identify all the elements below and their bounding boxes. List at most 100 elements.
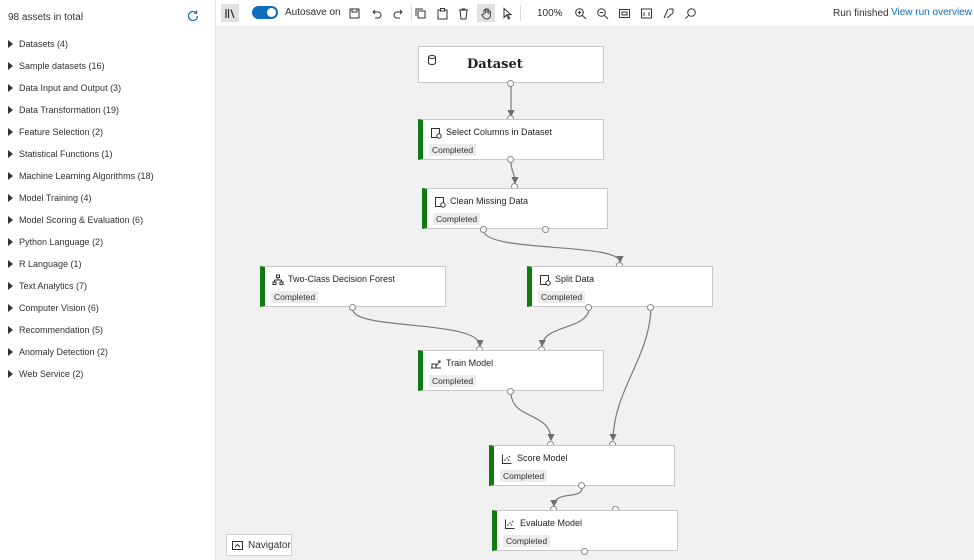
output-port[interactable] <box>507 80 514 87</box>
caret-right-icon <box>8 216 13 224</box>
zoom-in-icon <box>574 7 586 19</box>
category-feature-selection[interactable]: Feature Selection (2) <box>8 124 103 140</box>
output-port[interactable] <box>349 304 356 311</box>
category-ml-algorithms[interactable]: Machine Learning Algorithms (18) <box>8 168 154 184</box>
category-label: Feature Selection (2) <box>19 127 104 137</box>
chevron-down-icon: ⌄ <box>555 7 562 16</box>
caret-right-icon <box>8 40 13 48</box>
undo-icon <box>371 9 381 18</box>
category-data-input-output[interactable]: Data Input and Output (3) <box>8 80 121 96</box>
autosave-label: Autosave on <box>285 7 341 18</box>
category-datasets[interactable]: Datasets (4) <box>8 36 68 52</box>
caret-right-icon <box>8 128 13 136</box>
delete-button[interactable] <box>454 4 472 22</box>
category-label: Model Training (4) <box>19 193 92 203</box>
module-icon <box>435 197 446 208</box>
category-recommendation[interactable]: Recommendation (5) <box>8 322 103 338</box>
toolbar-divider <box>520 5 521 21</box>
status-badge: Completed <box>538 291 586 303</box>
output-port[interactable] <box>507 156 514 163</box>
category-sample-datasets[interactable]: Sample datasets (16) <box>8 58 105 74</box>
save-icon <box>349 8 359 18</box>
category-label: Data Transformation (19) <box>19 105 120 115</box>
library-icon <box>224 8 235 18</box>
caret-right-icon <box>8 370 13 378</box>
zoom-in-button[interactable] <box>571 4 589 22</box>
category-label: Data Input and Output (3) <box>19 83 122 93</box>
output-port[interactable] <box>647 304 654 311</box>
view-run-overview-link[interactable]: View run overview <box>891 7 972 18</box>
undo-button[interactable] <box>367 4 385 22</box>
output-port[interactable] <box>480 226 487 233</box>
category-web-service[interactable]: Web Service (2) <box>8 366 83 382</box>
zoom-out-button[interactable] <box>593 4 611 22</box>
actual-size-button[interactable] <box>637 4 655 22</box>
category-label: Model Scoring & Evaluation (6) <box>19 215 144 225</box>
select-button[interactable] <box>498 4 516 22</box>
node-two-class-decision-forest[interactable]: Two-Class Decision Forest Completed <box>260 266 446 307</box>
navigator-button[interactable]: Navigator <box>226 534 292 556</box>
output-port[interactable] <box>542 226 549 233</box>
library-toggle-button[interactable] <box>221 4 239 22</box>
caret-right-icon <box>8 304 13 312</box>
node-score-model[interactable]: Score Model Completed <box>489 445 675 486</box>
save-button[interactable] <box>345 4 363 22</box>
redo-button[interactable] <box>389 4 407 22</box>
category-label: Recommendation (5) <box>19 325 104 335</box>
category-r-language[interactable]: R Language (1) <box>8 256 82 272</box>
output-port[interactable] <box>581 548 588 555</box>
pan-button[interactable] <box>477 4 495 22</box>
category-data-transformation[interactable]: Data Transformation (19) <box>8 102 119 118</box>
category-python-language[interactable]: Python Language (2) <box>8 234 103 250</box>
category-anomaly-detection[interactable]: Anomaly Detection (2) <box>8 344 108 360</box>
auto-layout-button[interactable] <box>659 4 677 22</box>
category-label: Computer Vision (6) <box>19 303 99 313</box>
search-button[interactable] <box>681 4 699 22</box>
output-port[interactable] <box>585 304 592 311</box>
category-label: R Language (1) <box>19 259 82 269</box>
copy-button[interactable] <box>411 4 429 22</box>
category-model-scoring[interactable]: Model Scoring & Evaluation (6) <box>8 212 143 228</box>
paste-button[interactable] <box>433 4 451 22</box>
paste-icon <box>437 7 447 19</box>
category-label: Web Service (2) <box>19 369 84 379</box>
category-statistical-functions[interactable]: Statistical Functions (1) <box>8 146 113 162</box>
node-title: Train Model <box>446 358 494 368</box>
designer-toolbar: Autosave on 100% ⌄ Run finished View run… <box>216 0 974 27</box>
node-train-model[interactable]: Train Model Completed <box>418 350 604 391</box>
run-status-text: Run finished <box>833 8 889 19</box>
node-split-data[interactable]: Split Data Completed <box>527 266 713 307</box>
caret-right-icon <box>8 84 13 92</box>
status-badge: Completed <box>500 470 548 482</box>
node-clean-missing-data[interactable]: Clean Missing Data Completed <box>422 188 608 229</box>
module-icon <box>431 128 442 139</box>
autosave-toggle[interactable] <box>252 6 278 19</box>
output-port[interactable] <box>578 482 585 489</box>
copy-icon <box>415 8 425 18</box>
node-title: Split Data <box>555 274 595 284</box>
fit-to-screen-button[interactable] <box>615 4 633 22</box>
node-dataset[interactable]: Dataset <box>418 46 604 83</box>
refresh-icon[interactable] <box>186 9 200 23</box>
node-evaluate-model[interactable]: Evaluate Model Completed <box>492 510 678 551</box>
node-select-columns[interactable]: Select Columns in Dataset Completed <box>418 119 604 160</box>
node-title: Two-Class Decision Forest <box>288 274 396 284</box>
hand-icon <box>480 7 491 19</box>
caret-right-icon <box>8 194 13 202</box>
database-icon <box>428 55 436 66</box>
category-text-analytics[interactable]: Text Analytics (7) <box>8 278 87 294</box>
asset-library-panel: 98 assets in total Datasets (4) Sample d… <box>0 0 216 560</box>
category-model-training[interactable]: Model Training (4) <box>8 190 92 206</box>
status-badge: Completed <box>429 144 477 156</box>
delete-icon <box>458 8 468 19</box>
train-icon <box>431 360 441 369</box>
category-label: Sample datasets (16) <box>19 61 105 71</box>
redo-icon <box>393 9 403 18</box>
output-port[interactable] <box>507 388 514 395</box>
category-label: Python Language (2) <box>19 237 104 247</box>
pointer-icon <box>503 6 512 20</box>
category-label: Machine Learning Algorithms (18) <box>19 171 154 181</box>
category-computer-vision[interactable]: Computer Vision (6) <box>8 300 99 316</box>
node-title: Dataset <box>467 57 523 72</box>
module-icon <box>540 275 551 286</box>
